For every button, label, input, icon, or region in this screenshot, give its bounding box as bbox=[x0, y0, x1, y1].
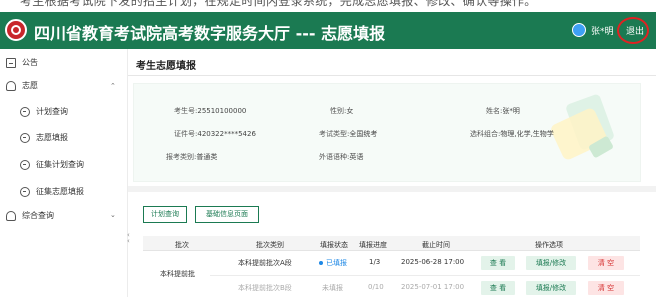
tab-basic-info[interactable]: 基础信息页面 bbox=[195, 206, 259, 223]
edit-button[interactable]: 填报/修改 bbox=[526, 281, 576, 295]
app-header: 四川省教育考试院高考数字服务大厅 --- 志愿填报 张*明 退出 bbox=[0, 12, 656, 49]
sidebar-item-label: 综合查询 bbox=[22, 211, 54, 220]
subjects-value: 物理,化学,生物学 bbox=[500, 130, 554, 138]
batch-name-cell: 本科提前批 bbox=[160, 270, 195, 278]
sidebar-item-collect-plan-query[interactable]: 征集计划查询 bbox=[20, 159, 84, 170]
composite-query-icon bbox=[6, 210, 16, 221]
sidebar-item-label: 公告 bbox=[22, 58, 38, 67]
sidebar-item-volunteer-fill[interactable]: 志愿填报 bbox=[20, 132, 68, 143]
row-category-cell: 本科提前批次A段 bbox=[238, 259, 292, 267]
collect-volunteer-fill-icon bbox=[20, 186, 30, 197]
exam-type-value: 全国统考 bbox=[349, 130, 378, 138]
sidebar-item-plan-query[interactable]: 计划查询 bbox=[20, 106, 68, 117]
id-number-field: 证件号:420322****5426 bbox=[174, 130, 256, 138]
plan-query-icon bbox=[20, 106, 30, 117]
status-dot-icon bbox=[319, 261, 323, 265]
row-divider bbox=[210, 275, 640, 276]
clear-button[interactable]: 清 空 bbox=[588, 281, 624, 295]
language-value: 英语 bbox=[349, 153, 364, 161]
subjects-field: 选科组合:物理,化学,生物学 bbox=[470, 130, 554, 138]
name-value: 张*明 bbox=[502, 107, 520, 115]
row-deadline-cell: 2025-07-01 17:00 bbox=[401, 283, 465, 291]
row-category-cell: 本科提前批次B段 bbox=[238, 284, 292, 292]
section-divider bbox=[128, 186, 656, 192]
sidebar: 公告 志愿 ⌃ 计划查询 志愿填报 征集计划查询 征集志愿填报 综合查询 ⌄ bbox=[0, 49, 128, 297]
logo-icon bbox=[5, 19, 27, 41]
tab-plan-query[interactable]: 计划查询 bbox=[143, 206, 187, 223]
title-divider bbox=[128, 75, 656, 76]
sidebar-item-label: 征集志愿填报 bbox=[36, 187, 84, 196]
column-header-category: 批次类别 bbox=[256, 241, 284, 249]
row-status-cell: 未填报 bbox=[322, 284, 343, 292]
sidebar-item-label: 计划查询 bbox=[36, 107, 68, 116]
sidebar-item-volunteer[interactable]: 志愿 bbox=[6, 80, 38, 91]
column-header-ops: 操作选项 bbox=[535, 241, 563, 249]
column-header-batch: 批次 bbox=[175, 241, 189, 249]
category-value: 普通类 bbox=[196, 153, 218, 161]
sidebar-item-composite-query[interactable]: 综合查询 bbox=[6, 210, 54, 221]
chevron-down-icon[interactable]: ⌄ bbox=[110, 211, 116, 219]
app-title: 四川省教育考试院高考数字服务大厅 --- 志愿填报 bbox=[34, 24, 386, 43]
edit-button[interactable]: 填报/修改 bbox=[526, 256, 576, 270]
gender-field: 性别:女 bbox=[330, 107, 354, 115]
exam-number-value: 25510100000 bbox=[197, 107, 247, 115]
top-notice-strip: 考生根据考试院下发的招生计划，在规定时间内登录系统，完成志愿填报、修改、确认等操… bbox=[0, 0, 656, 12]
view-button[interactable]: 查 看 bbox=[481, 281, 515, 295]
column-header-progress: 填报进度 bbox=[359, 241, 387, 249]
chevron-up-icon[interactable]: ⌃ bbox=[110, 82, 116, 90]
view-button[interactable]: 查 看 bbox=[481, 256, 515, 270]
row-progress-cell: 1/3 bbox=[369, 258, 381, 266]
id-number-value: 420322****5426 bbox=[197, 130, 256, 138]
volunteer-icon bbox=[6, 80, 16, 91]
logout-button[interactable]: 退出 bbox=[626, 24, 644, 37]
top-notice-text: 考生根据考试院下发的招生计划，在规定时间内登录系统，完成志愿填报、修改、确认等操… bbox=[20, 0, 537, 8]
sidebar-collapse-icon[interactable]: ‹ ‹ bbox=[127, 232, 130, 245]
collect-plan-query-icon bbox=[20, 159, 30, 170]
sidebar-item-label: 征集计划查询 bbox=[36, 160, 84, 169]
sidebar-item-notice[interactable]: 公告 bbox=[6, 57, 38, 68]
exam-type-field: 考试类型:全国统考 bbox=[319, 130, 378, 138]
row-status-cell: 已填报 bbox=[319, 258, 347, 268]
gender-value: 女 bbox=[346, 107, 354, 115]
sidebar-item-label: 志愿 bbox=[22, 81, 38, 90]
column-header-status: 填报状态 bbox=[320, 241, 348, 249]
sidebar-item-collect-volunteer-fill[interactable]: 征集志愿填报 bbox=[20, 186, 84, 197]
volunteer-fill-icon bbox=[20, 132, 30, 143]
page-title: 考生志愿填报 bbox=[136, 61, 196, 72]
category-field: 报考类别:普通类 bbox=[166, 153, 218, 161]
column-header-deadline: 截止时间 bbox=[422, 241, 450, 249]
language-field: 外语语种:英语 bbox=[319, 153, 364, 161]
notice-icon bbox=[6, 57, 16, 68]
user-avatar-icon bbox=[572, 23, 586, 37]
row-deadline-cell: 2025-06-28 17:00 bbox=[401, 258, 465, 266]
name-field: 姓名:张*明 bbox=[486, 107, 520, 115]
row-progress-cell: 0/10 bbox=[368, 283, 384, 291]
user-name: 张*明 bbox=[591, 27, 614, 37]
exam-number-field: 考生号:25510100000 bbox=[174, 107, 247, 115]
clear-button[interactable]: 清 空 bbox=[588, 256, 624, 270]
sidebar-item-label: 志愿填报 bbox=[36, 133, 68, 142]
table-header bbox=[143, 236, 640, 251]
